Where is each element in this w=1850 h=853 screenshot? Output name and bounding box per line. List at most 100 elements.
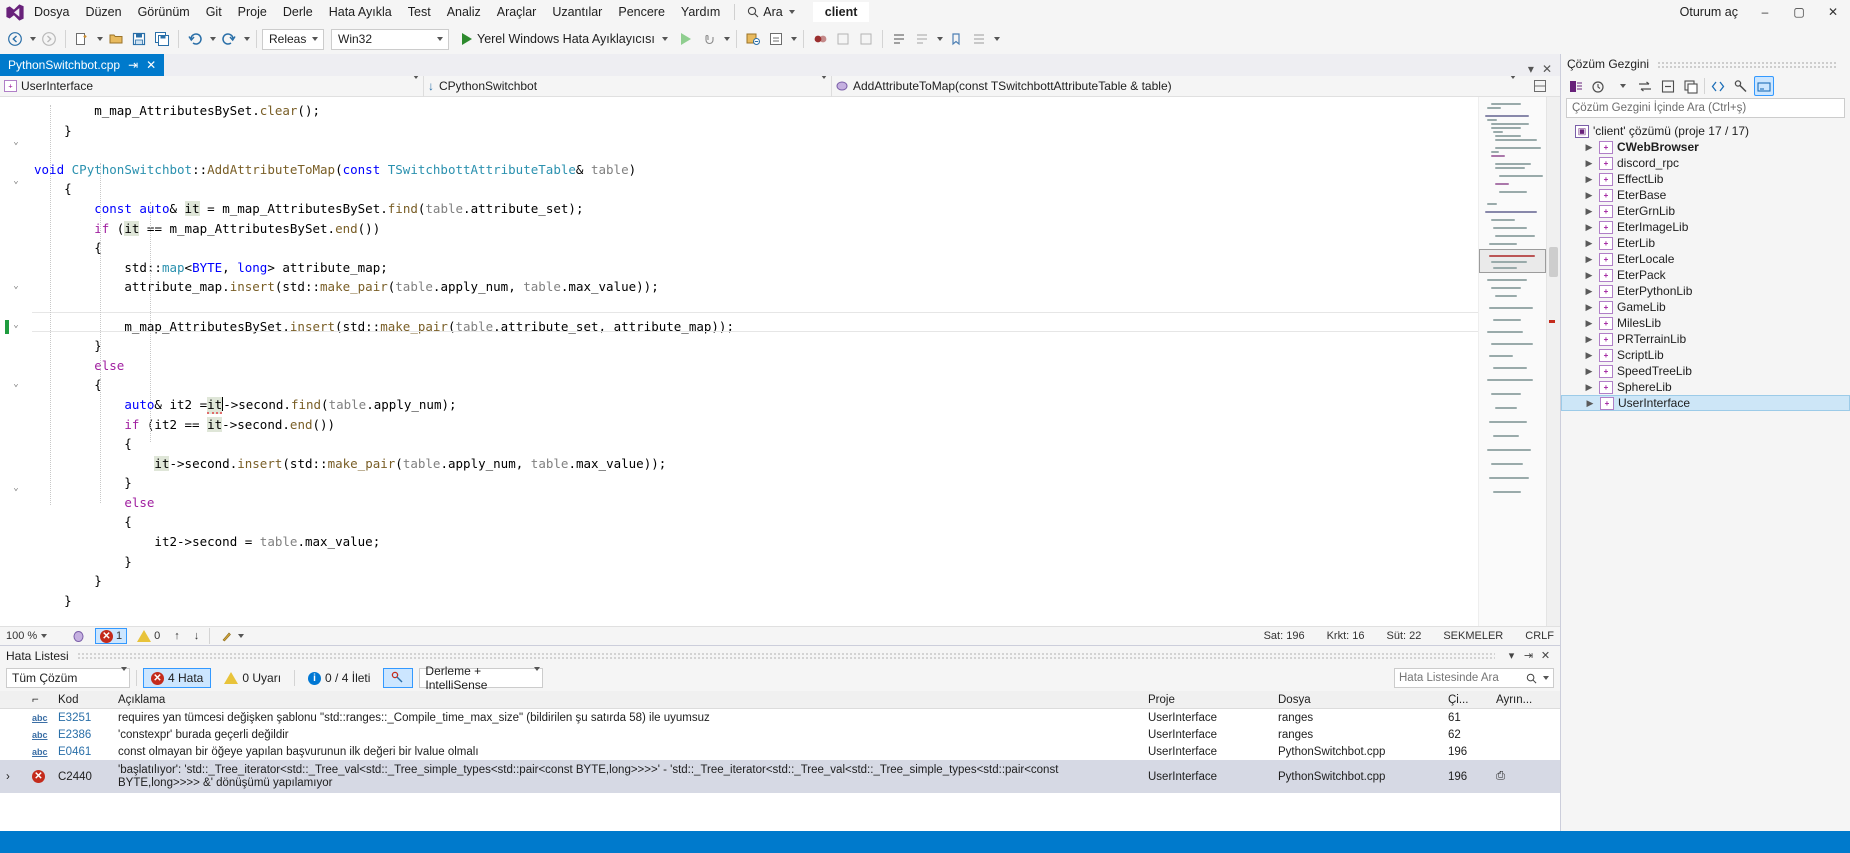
navigate-forward-icon[interactable] [38,28,60,50]
attach-to-process-icon[interactable] [698,28,720,50]
show-all-files-icon[interactable] [1681,76,1701,96]
save-icon[interactable] [128,28,150,50]
outlining-collapse-icon[interactable]: ⌄ [11,281,21,291]
navbar-class-combo[interactable]: ↓ CPythonSwitchbot [424,75,832,97]
column-line[interactable]: Çi... [1442,694,1490,706]
sync-with-active-document-icon[interactable] [1635,76,1655,96]
error-list-settings-button[interactable] [383,668,414,688]
undo-dropdown-icon[interactable] [207,28,217,50]
sidebar-item-eterbase[interactable]: ▶ + EterBase [1561,187,1850,203]
scrollbar-thumb[interactable] [1549,247,1558,277]
chevron-right-icon[interactable]: ▶ [1583,366,1595,377]
pending-changes-icon[interactable] [1589,76,1609,96]
preview-selected-items-icon[interactable] [1754,76,1774,96]
start-without-debugging-icon[interactable] [675,28,697,50]
column-file[interactable]: Dosya [1272,694,1442,706]
properties-icon[interactable] [1731,76,1751,96]
bookmark-icon[interactable] [945,28,967,50]
panel-drag-handle[interactable] [76,652,1495,659]
menu-item-uzantilar[interactable]: Uzantılar [544,0,610,24]
chevron-right-icon[interactable]: ▶ [1583,302,1595,313]
solution-explorer-home-icon[interactable] [1566,76,1586,96]
sidebar-item-prterrainlib[interactable]: ▶ + PRTerrainLib [1561,331,1850,347]
sidebar-item-eterpythonlib[interactable]: ▶ + EterPythonLib [1561,283,1850,299]
uncomment-selection-icon[interactable] [911,28,933,50]
panel-pin-icon[interactable]: ⇥ [1520,647,1537,664]
editor-glyph-margin[interactable]: ⌄ ⌄ ⌄ ⌄ ⌄ ⌄ [0,97,32,626]
editor-tabs-indicator[interactable]: SEKMELER [1443,630,1503,642]
editor-vertical-scrollbar[interactable] [1546,97,1560,626]
collapse-all-icon[interactable] [1658,76,1678,96]
chevron-right-icon[interactable]: ▶ [1583,158,1595,169]
chevron-right-icon[interactable]: ▶ [1583,318,1595,329]
outlining-dropdown-icon[interactable] [991,28,1001,50]
menu-item-proje[interactable]: Proje [230,0,275,24]
code-text-area[interactable]: m_map_AttributesBySet.clear(); } void CP… [32,97,1478,626]
column-code[interactable]: Kod [52,694,112,706]
error-scope-combo[interactable]: Tüm Çözüm [6,667,130,688]
solution-configuration-combo[interactable]: Release [262,28,324,50]
outlining-collapse-icon[interactable]: ⌄ [11,137,21,147]
editor-error-count[interactable]: ✕ 1 [95,628,128,644]
table-row[interactable]: abc E0461 const olmayan bir öğeye yapıla… [0,743,1560,760]
panel-dropdown-icon[interactable]: ▾ [1503,647,1520,664]
editor-warning-count[interactable]: 0 [133,628,164,644]
solution-explorer-tree[interactable]: ▣ 'client' çözümü (proje 17 / 17) ▶ + CW… [1561,118,1850,831]
column-project[interactable]: Proje [1142,694,1272,706]
column-severity[interactable]: ⌐ [26,694,52,706]
menu-item-analiz[interactable]: Analiz [439,0,489,24]
toggle-outlining-icon[interactable] [968,28,990,50]
chevron-right-icon[interactable]: ▶ [1583,350,1595,361]
menu-item-gorunum[interactable]: Görünüm [130,0,198,24]
open-file-icon[interactable] [105,28,127,50]
outlining-collapse-icon[interactable]: ⌄ [11,483,21,493]
navbar-project-combo[interactable]: + UserInterface [0,75,424,97]
solution-root-node[interactable]: ▣ 'client' çözümü (proje 17 / 17) [1561,123,1850,139]
pin-tab-icon[interactable]: ⇥ [128,59,138,71]
panel-close-icon[interactable]: ✕ [1537,647,1554,664]
menu-item-duzen[interactable]: Düzen [77,0,129,24]
chevron-right-icon[interactable]: ▶ [1583,206,1595,217]
global-search-box[interactable]: Ara [741,4,800,20]
menu-item-yardim[interactable]: Yardım [673,0,728,24]
sidebar-item-cwebbrowser[interactable]: ▶ + CWebBrowser [1561,139,1850,155]
messages-filter-button[interactable]: i 0 / 4 İleti [301,668,377,688]
sidebar-item-etergrnlib[interactable]: ▶ + EterGrnLib [1561,203,1850,219]
solution-explorer-search-input[interactable]: Çözüm Gezgini İçinde Ara (Ctrl+ş) [1566,98,1845,118]
save-all-icon[interactable] [151,28,173,50]
close-tab-icon[interactable]: ✕ [146,59,156,71]
error-list-search-input[interactable]: Hata Listesinde Ara [1394,668,1554,688]
new-project-dropdown-icon[interactable] [94,28,104,50]
split-view-icon[interactable] [1520,79,1560,93]
sidebar-item-spherelib[interactable]: ▶ + SphereLib [1561,379,1850,395]
sidebar-item-effectlib[interactable]: ▶ + EffectLib [1561,171,1850,187]
view-code-icon[interactable] [1708,76,1728,96]
navigate-backward-icon[interactable] [4,28,26,50]
editor-zoom-combo[interactable]: 100 % [6,630,62,642]
comment-selection-icon[interactable] [888,28,910,50]
menu-item-git[interactable]: Git [198,0,230,24]
table-row[interactable]: › ✕ C2440 'başlatılıyor': 'std::_Tree_it… [0,760,1560,793]
menu-item-dosya[interactable]: Dosya [26,0,77,24]
step-over-icon[interactable] [855,28,877,50]
sidebar-item-eterlocale[interactable]: ▶ + EterLocale [1561,251,1850,267]
redo-dropdown-icon[interactable] [241,28,251,50]
chevron-right-icon[interactable]: ▶ [1583,270,1595,281]
build-filter-combo[interactable]: Derleme + IntelliSense [419,664,544,692]
tab-list-icon[interactable]: ▾ [1528,62,1534,76]
chevron-right-icon[interactable]: ▶ [1584,398,1596,409]
table-row[interactable]: abc E3251 requires yan tümcesi değişken … [0,709,1560,726]
minimize-button[interactable]: – [1748,0,1782,24]
toggle-breakpoints-icon[interactable] [809,28,831,50]
undo-icon[interactable] [184,28,206,50]
sidebar-item-speedtreelib[interactable]: ▶ + SpeedTreeLib [1561,363,1850,379]
navbar-member-combo[interactable]: AddAttributeToMap(const TSwitchbottAttri… [832,75,1520,97]
code-metrics-dropdown-icon[interactable] [788,28,798,50]
code-editor[interactable]: ⌄ ⌄ ⌄ ⌄ ⌄ ⌄ m_map_AttributesBySet.clear(… [0,97,1560,626]
sidebar-item-userinterface[interactable]: ▶ + UserInterface [1561,395,1850,411]
menu-item-pencere[interactable]: Pencere [610,0,673,24]
chevron-right-icon[interactable]: ▶ [1583,190,1595,201]
new-project-icon[interactable] [71,28,93,50]
sign-in-button[interactable]: Oturum aç [1670,3,1748,21]
chevron-right-icon[interactable]: ▶ [1583,334,1595,345]
